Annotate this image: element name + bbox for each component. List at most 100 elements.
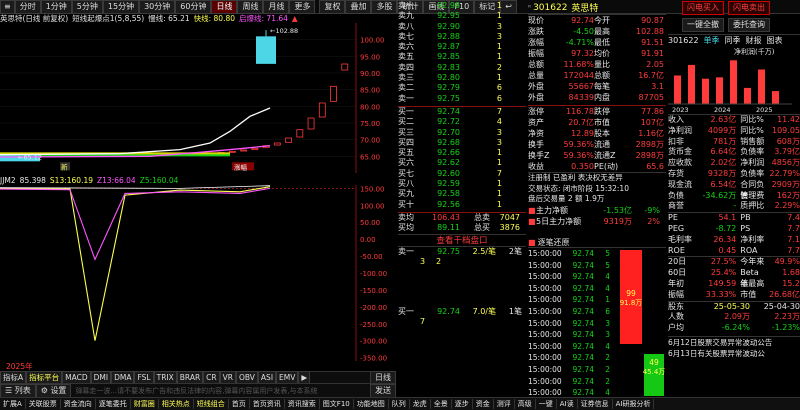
status-bar-item[interactable]: 资金 — [473, 399, 494, 409]
order-level-label: 卖四 — [398, 62, 414, 72]
send-button[interactable]: 发送 — [370, 383, 396, 398]
status-bar-item[interactable]: 全景 — [431, 399, 452, 409]
depth-link[interactable]: 查看千档盘口 — [398, 233, 526, 247]
status-bar-item[interactable]: 财富圈 — [131, 399, 159, 409]
period-tab[interactable]: 周线 — [237, 0, 264, 14]
order-row[interactable]: 卖九 92.95 1 — [398, 11, 526, 21]
finance-tab[interactable]: 301622 — [668, 36, 699, 45]
news-item[interactable]: 6月13日有关股票异常波动公 — [668, 348, 800, 359]
period-tab[interactable]: 30分钟 — [139, 0, 176, 14]
order-volume: 1 — [496, 199, 502, 209]
status-bar-item[interactable]: 逐笔委托 — [96, 399, 131, 409]
cancel-all-button[interactable]: 一键全撤 — [682, 18, 724, 32]
order-row[interactable]: 买八 92.59 1 — [398, 179, 526, 189]
period-tab[interactable]: 更多 — [289, 0, 316, 14]
status-bar-item[interactable]: 相关热点 — [159, 399, 194, 409]
tick-time: 15:00:00 — [528, 260, 562, 270]
settings-button[interactable]: ⚙ 设置 — [35, 383, 72, 398]
finance-tab[interactable]: 财报 — [746, 35, 762, 46]
order-row[interactable]: 买三 92.70 3 — [398, 128, 526, 138]
finance-tab[interactable]: 单季 — [704, 35, 720, 46]
finance-tab[interactable]: 图表 — [767, 35, 783, 46]
quote-value: 116.78 — [566, 107, 594, 116]
quote-key: 涨停 — [528, 107, 544, 116]
finance-tab[interactable]: 同季 — [725, 35, 741, 46]
status-bar-item[interactable]: 逐步 — [452, 399, 473, 409]
menu-icon[interactable]: ≡ — [0, 0, 15, 14]
order-row[interactable]: 买六 92.62 1 — [398, 158, 526, 168]
order-row[interactable]: 卖七 92.88 3 — [398, 32, 526, 42]
period-tab[interactable]: 日线 — [211, 0, 238, 14]
period-tab[interactable]: 15分钟 — [102, 0, 140, 14]
status-bar-item[interactable]: 高级 — [515, 399, 536, 409]
order-level-label: 卖七 — [398, 31, 414, 41]
holder-header-cell: 25-05-30 — [713, 301, 750, 311]
order-row[interactable]: 卖二 92.79 6 — [398, 83, 526, 93]
order-row[interactable]: 卖四 92.83 2 — [398, 63, 526, 73]
order-row[interactable]: 卖八 92.90 3 — [398, 22, 526, 32]
order-query-button[interactable]: 委托查询 — [728, 18, 770, 32]
sub-header: JJM2 85.398 S13:160.19 Z13:66.04 Z5:160.04 — [0, 175, 178, 185]
queue-row[interactable]: 买一 92.74 7.0/笔 1笔 — [398, 307, 526, 317]
order-row[interactable]: 买一 92.74 7 — [398, 107, 526, 117]
status-bar-item[interactable]: 关联股票 — [26, 399, 61, 409]
tool-button[interactable]: 多股 — [371, 0, 398, 14]
quote-row: 换手 59.36% 流通 2898万 — [528, 139, 666, 150]
status-bar-item[interactable]: 图文F10 — [320, 399, 354, 409]
flash-sell-button[interactable]: 闪电卖出 — [728, 1, 770, 15]
status-bar-item[interactable]: AI研报分析 — [613, 399, 655, 409]
status-bar-item[interactable]: 龙虎 — [410, 399, 431, 409]
queue-label: 买一 — [398, 307, 414, 317]
period-tab[interactable]: 60分钟 — [175, 0, 212, 14]
order-row[interactable]: 买四 92.68 3 — [398, 138, 526, 148]
finance-value: 6.64亿 — [710, 147, 737, 157]
order-row[interactable]: 卖六 92.87 1 — [398, 42, 526, 52]
order-row[interactable]: 买五 92.66 1 — [398, 148, 526, 158]
finance-row: PEG -8.72 PS 7.7 — [668, 224, 800, 235]
tick-list[interactable]: 15:00:00 92.74 5 15:00:00 92.74 5 15:00:00 92.7… — [528, 248, 618, 399]
news-item[interactable]: 6月12日股票交易异常波动公告 — [668, 337, 800, 348]
period-tab[interactable]: 月线 — [263, 0, 290, 14]
status-bar-item[interactable]: 短线组合 — [194, 399, 229, 409]
status-bar-item[interactable]: 队列 — [389, 399, 410, 409]
period-tab[interactable]: 5分钟 — [71, 0, 103, 14]
queue-label: 卖一 — [398, 246, 414, 256]
bullet-input[interactable]: 弹幕走一波...请不要发布广告和违反法律的内容,弹幕内容属用户发表,与本系统 — [71, 386, 370, 396]
status-bar-item[interactable]: 首页 — [229, 399, 250, 409]
order-row[interactable]: 卖三 92.80 1 — [398, 73, 526, 83]
sub-axis-label: 150.00 — [360, 185, 385, 193]
status-bar-item[interactable]: 证券信息 — [578, 399, 613, 409]
sub-axis-label: 0.00 — [360, 236, 376, 244]
order-row[interactable]: 买九 92.58 1 — [398, 189, 526, 199]
period-tab[interactable]: 1分钟 — [40, 0, 72, 14]
total-avg-price: 106.43 — [432, 212, 460, 222]
order-row[interactable]: 卖一 92.75 6 — [398, 94, 526, 104]
quote-value: 1.16亿 — [638, 129, 664, 138]
status-bar-item[interactable]: 首页资讯 — [250, 399, 285, 409]
status-bar-item[interactable]: 测评 — [494, 399, 515, 409]
flash-buy-button[interactable]: 闪电买入 — [682, 1, 724, 15]
list-button[interactable]: ☰ 列表 — [0, 383, 36, 398]
period-tab[interactable]: 分时 — [14, 0, 41, 14]
status-bar-item[interactable]: 资讯搜索 — [285, 399, 320, 409]
order-row[interactable]: 卖十 92.96 1 — [398, 1, 526, 11]
signal-line-value: 启爆线: 71.64 — [239, 13, 288, 23]
order-row[interactable]: 卖五 92.85 1 — [398, 52, 526, 62]
finance-row: 60日 25.4% Beta值 1.68 — [668, 268, 800, 288]
queue-row[interactable]: 卖一 92.75 2.5/笔 2笔 — [398, 247, 526, 257]
status-bar-item[interactable]: AI读 — [557, 399, 578, 409]
status-bar-item[interactable]: 功能地图 — [354, 399, 389, 409]
order-row[interactable]: 买十 92.56 1 — [398, 200, 526, 210]
finance-value: 7.1 — [787, 234, 800, 244]
status-bar-item[interactable]: 资金流向 — [61, 399, 96, 409]
quote-note: 注册制 已盈利 表决权无差异 — [528, 173, 623, 182]
order-level-label: 卖三 — [398, 73, 414, 83]
order-row[interactable]: 买二 92.72 4 — [398, 117, 526, 127]
status-bar-item[interactable]: 一键 — [536, 399, 557, 409]
status-bar-item[interactable]: 扩展A — [0, 399, 26, 409]
tool-button[interactable]: 复权 — [319, 0, 346, 14]
order-row[interactable]: 买七 92.60 7 — [398, 169, 526, 179]
kline-chart[interactable]: 英思特(日线 前复权) 短线起爆点1(5,8,55) 慢线: 65.21 快线:… — [0, 13, 396, 383]
tool-button[interactable]: 叠加 — [345, 0, 372, 14]
finance-key: ROE — [668, 245, 685, 255]
